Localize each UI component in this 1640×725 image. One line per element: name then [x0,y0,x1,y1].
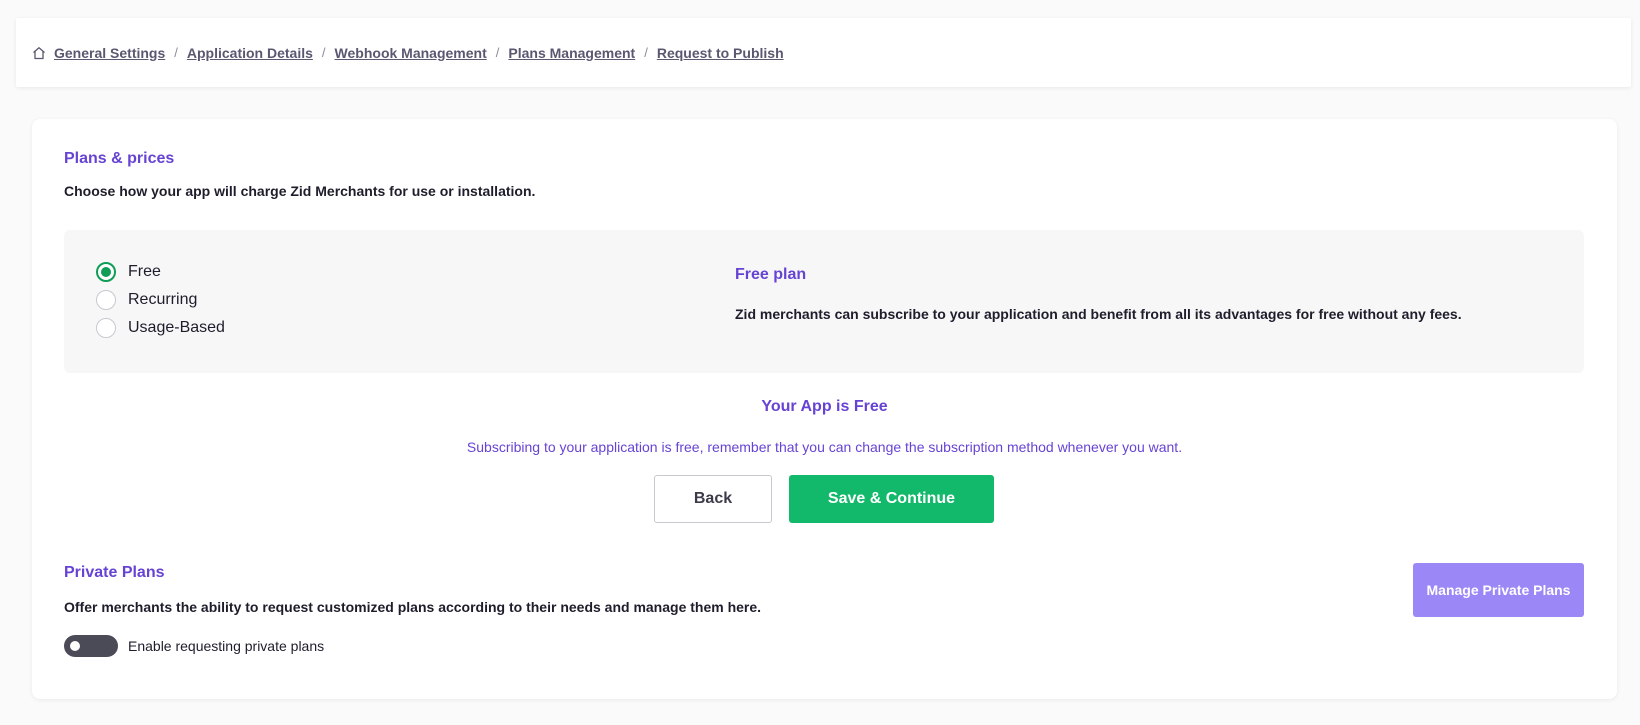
save-continue-button[interactable]: Save & Continue [789,475,994,523]
toggle-knob [70,641,80,651]
breadcrumb-separator: / [495,45,500,60]
breadcrumb-separator: / [321,45,326,60]
breadcrumb-general-settings[interactable]: General Settings [54,45,165,61]
free-notice-title: Your App is Free [761,398,888,415]
breadcrumb-separator: / [174,45,178,60]
private-plans-title: Private Plans [64,564,165,581]
breadcrumb-request-to-publish[interactable]: Request to Publish [657,45,784,61]
private-plans-description: Offer merchants the ability to request c… [64,599,762,615]
radio-button-free[interactable] [96,262,116,282]
radio-label-usage-based: Usage-Based [128,319,225,336]
selected-plan-title: Free plan [735,266,807,283]
radio-option-usage-based[interactable]: Usage-Based [96,318,225,338]
radio-button-usage-based[interactable] [96,318,116,338]
radio-label-recurring: Recurring [128,291,198,308]
private-plans-toggle[interactable] [64,635,118,657]
breadcrumb-separator: / [644,45,648,60]
breadcrumb-plans-management[interactable]: Plans Management [508,45,635,61]
plans-description: Choose how your app will charge Zid Merc… [64,183,536,199]
back-button[interactable]: Back [654,475,772,523]
radio-option-recurring[interactable]: Recurring [96,290,197,310]
plans-card: Plans & prices Choose how your app will … [32,119,1617,699]
selected-plan-description: Zid merchants can subscribe to your appl… [735,306,1462,322]
breadcrumb-webhook-management[interactable]: Webhook Management [335,45,487,61]
home-icon[interactable] [32,46,46,60]
radio-label-free: Free [128,263,161,280]
private-plans-toggle-label: Enable requesting private plans [128,638,325,654]
plan-selection-panel: Free Recurring Usage-Based Free plan Zid… [64,230,1584,373]
breadcrumb-application-details[interactable]: Application Details [187,45,313,61]
radio-option-free[interactable]: Free [96,262,161,282]
breadcrumb: General Settings / Application Details /… [16,18,1631,87]
free-notice-description: Subscribing to your application is free,… [466,439,1183,455]
radio-button-recurring[interactable] [96,290,116,310]
manage-private-plans-button[interactable]: Manage Private Plans [1413,563,1584,617]
private-plans-toggle-row: Enable requesting private plans [64,635,324,657]
plans-title: Plans & prices [64,150,175,167]
